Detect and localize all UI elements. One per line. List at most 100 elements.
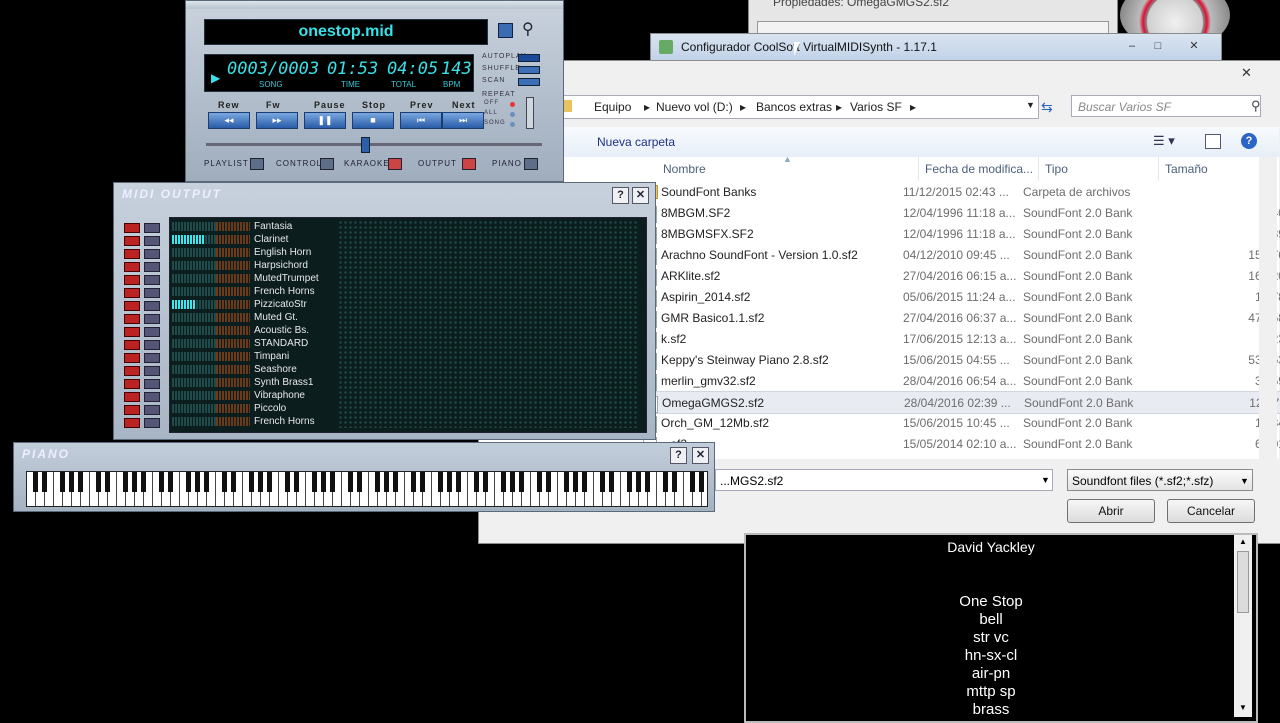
vertical-scrollbar[interactable]	[1259, 157, 1277, 459]
black-key[interactable]	[159, 472, 164, 492]
transport-button-pause[interactable]: ❚❚	[304, 112, 346, 129]
black-key[interactable]	[258, 472, 263, 492]
black-key[interactable]	[141, 472, 146, 492]
file-row[interactable]: 8MBGMSFX.SF2 12/04/1996 11:18 a... SoundFo…	[639, 223, 1280, 244]
configurator-titlebar[interactable]: Configurador CoolSoft VirtualMIDISynth -…	[651, 34, 1221, 61]
black-key[interactable]	[249, 472, 254, 492]
black-key[interactable]	[168, 472, 173, 492]
black-key[interactable]	[699, 472, 704, 492]
file-row[interactable]: Orch_GM_12Mb.sf2 15/06/2015 10:45 ... Soun…	[639, 412, 1280, 433]
black-key[interactable]	[546, 472, 551, 492]
solo-button[interactable]	[144, 392, 160, 402]
solo-button[interactable]	[144, 366, 160, 376]
black-key[interactable]	[105, 472, 110, 492]
black-key[interactable]	[384, 472, 389, 492]
file-row[interactable]: GMR Basico1.1.sf2 27/04/2016 06:37 a... So…	[639, 307, 1280, 328]
col-size[interactable]: Tamaño	[1161, 157, 1261, 181]
solo-button[interactable]	[144, 262, 160, 272]
solo-button[interactable]	[144, 236, 160, 246]
black-key[interactable]	[357, 472, 362, 492]
black-key[interactable]	[636, 472, 641, 492]
search-icon[interactable]: ⚲	[522, 19, 534, 39]
mute-button[interactable]	[124, 379, 140, 389]
mute-button[interactable]	[124, 327, 140, 337]
black-key[interactable]	[348, 472, 353, 492]
help-button[interactable]: ?	[612, 187, 629, 204]
cancel-button[interactable]: Cancelar	[1167, 499, 1255, 523]
solo-button[interactable]	[144, 275, 160, 285]
filename-input[interactable]: ...MGS2.sf2	[715, 469, 1053, 491]
black-key[interactable]	[330, 472, 335, 492]
panel-toggle-playlist[interactable]	[250, 158, 264, 170]
mute-button[interactable]	[124, 249, 140, 259]
new-folder-button[interactable]: Nueva carpeta	[597, 135, 675, 149]
mute-button[interactable]	[124, 236, 140, 246]
transport-button-rew[interactable]: ◂◂	[208, 112, 250, 129]
transport-button-next[interactable]: ⏭	[442, 112, 484, 129]
mute-button[interactable]	[124, 288, 140, 298]
mute-button[interactable]	[124, 262, 140, 272]
black-key[interactable]	[375, 472, 380, 492]
file-row[interactable]: Arachno SoundFont - Version 1.0.sf2 04/12…	[639, 244, 1280, 265]
mute-button[interactable]	[124, 301, 140, 311]
solo-button[interactable]	[144, 418, 160, 428]
mute-button[interactable]	[124, 366, 140, 376]
black-key[interactable]	[393, 472, 398, 492]
mute-button[interactable]	[124, 275, 140, 285]
black-key[interactable]	[573, 472, 578, 492]
black-key[interactable]	[33, 472, 38, 492]
mute-button[interactable]	[124, 314, 140, 324]
panel-toggle-output[interactable]	[462, 158, 476, 170]
help-button[interactable]: ?	[670, 447, 687, 464]
transport-button-fw[interactable]: ▸▸	[256, 112, 298, 129]
transport-button-prev[interactable]: ⏮	[400, 112, 442, 129]
solo-button[interactable]	[144, 288, 160, 298]
open-button[interactable]: Abrir	[1067, 499, 1155, 523]
black-key[interactable]	[42, 472, 47, 492]
seek-track[interactable]	[206, 143, 542, 146]
black-key[interactable]	[672, 472, 677, 492]
black-key[interactable]	[600, 472, 605, 492]
black-key[interactable]	[519, 472, 524, 492]
black-key[interactable]	[69, 472, 74, 492]
black-key[interactable]	[420, 472, 425, 492]
black-key[interactable]	[582, 472, 587, 492]
black-key[interactable]	[132, 472, 137, 492]
scroll-up-icon[interactable]: ▲	[1239, 537, 1247, 546]
black-key[interactable]	[78, 472, 83, 492]
black-key[interactable]	[645, 472, 650, 492]
search-input[interactable]: Buscar Varios SF	[1071, 95, 1261, 117]
file-row[interactable]: ARKlite.sf2 27/04/2016 06:15 a... SoundFon…	[639, 265, 1280, 286]
panel-toggle-piano[interactable]	[524, 158, 538, 170]
close-button[interactable]: ✕	[1181, 38, 1207, 54]
lyrics-scrollbar[interactable]: ▲ ▼	[1234, 535, 1252, 717]
file-row[interactable]: SoundFont Banks 11/12/2015 02:43 ... Carpe…	[639, 181, 1280, 202]
breadcrumb-varios[interactable]: Varios SF	[850, 100, 902, 114]
black-key[interactable]	[537, 472, 542, 492]
black-key[interactable]	[60, 472, 65, 492]
repeat-radio[interactable]	[510, 122, 515, 127]
mute-button[interactable]	[124, 418, 140, 428]
black-key[interactable]	[321, 472, 326, 492]
solo-button[interactable]	[144, 405, 160, 415]
mute-button[interactable]	[124, 405, 140, 415]
dialog-close-icon[interactable]: ✕	[1241, 65, 1252, 81]
black-key[interactable]	[663, 472, 668, 492]
mode-toggle[interactable]	[518, 54, 540, 62]
minimize-button[interactable]: –	[1119, 38, 1145, 54]
address-dropdown-icon[interactable]: ▼	[1026, 100, 1035, 110]
black-key[interactable]	[690, 472, 695, 492]
black-key[interactable]	[456, 472, 461, 492]
black-key[interactable]	[564, 472, 569, 492]
black-key[interactable]	[483, 472, 488, 492]
solo-button[interactable]	[144, 314, 160, 324]
solo-button[interactable]	[144, 249, 160, 259]
solo-button[interactable]	[144, 327, 160, 337]
solo-button[interactable]	[144, 353, 160, 363]
scroll-down-icon[interactable]: ▼	[1239, 703, 1247, 712]
black-key[interactable]	[438, 472, 443, 492]
save-icon[interactable]	[498, 23, 513, 38]
file-type-select[interactable]: Soundfont files (*.sf2;*.sfz) ▼	[1067, 469, 1253, 491]
solo-button[interactable]	[144, 223, 160, 233]
black-key[interactable]	[222, 472, 227, 492]
